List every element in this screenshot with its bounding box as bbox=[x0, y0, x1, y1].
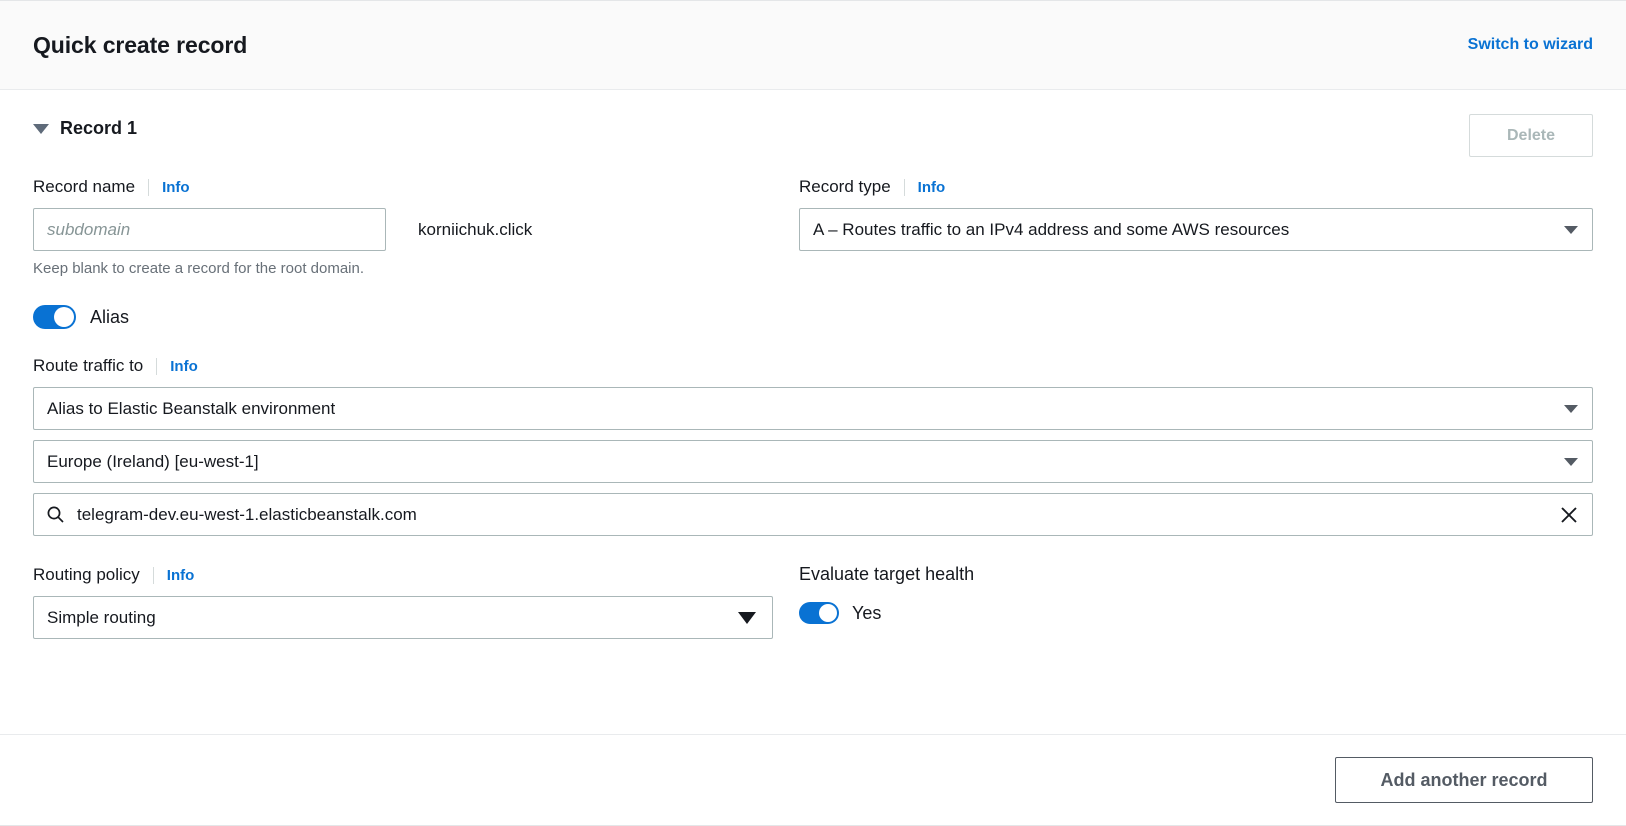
record-name-type-row: Record name Info korniichuk.click Keep b… bbox=[33, 176, 1593, 277]
routing-policy-label: Routing policy bbox=[33, 565, 140, 584]
record-name-group: Record name Info korniichuk.click Keep b… bbox=[33, 176, 799, 277]
evaluate-target-health-group: Evaluate target health Yes bbox=[799, 564, 1593, 639]
record-type-group: Record type Info A – Routes traffic to a… bbox=[799, 176, 1593, 277]
record-name-input[interactable] bbox=[33, 208, 386, 251]
alias-toggle[interactable] bbox=[33, 305, 76, 329]
search-icon bbox=[46, 505, 65, 524]
divider bbox=[148, 178, 150, 196]
toggle-knob bbox=[819, 604, 837, 622]
record-expander[interactable]: Record 1 bbox=[33, 114, 137, 139]
record-type-select[interactable]: A – Routes traffic to an IPv4 address an… bbox=[799, 208, 1593, 251]
divider bbox=[156, 357, 158, 375]
routing-policy-select[interactable]: Simple routing bbox=[33, 596, 773, 639]
switch-to-wizard-link[interactable]: Switch to wizard bbox=[1468, 36, 1593, 54]
route-endpoint-input[interactable] bbox=[77, 504, 1546, 525]
record-type-label: Record type bbox=[799, 177, 891, 196]
record-name-label-row: Record name Info bbox=[33, 176, 799, 198]
chevron-down-icon bbox=[738, 611, 756, 624]
record-name-info-link[interactable]: Info bbox=[162, 179, 190, 196]
route-target-type-select[interactable]: Alias to Elastic Beanstalk environment bbox=[33, 387, 1593, 430]
record-name-help-text: Keep blank to create a record for the ro… bbox=[33, 260, 365, 277]
panel-header: Quick create record Switch to wizard bbox=[0, 1, 1626, 90]
record-header-row: Record 1 Delete bbox=[33, 114, 1593, 162]
chevron-down-icon bbox=[1564, 457, 1578, 466]
panel-body: Record 1 Delete Record name Info korniic… bbox=[0, 90, 1626, 734]
record-title: Record 1 bbox=[60, 118, 138, 138]
page-title: Quick create record bbox=[33, 31, 248, 58]
alias-label: Alias bbox=[90, 306, 130, 327]
evaluate-target-health-label: Evaluate target health bbox=[799, 564, 975, 584]
record-name-label: Record name bbox=[33, 177, 136, 196]
routing-policy-info-link[interactable]: Info bbox=[167, 567, 195, 584]
add-another-record-button[interactable]: Add another record bbox=[1335, 757, 1593, 803]
delete-button[interactable]: Delete bbox=[1469, 114, 1593, 157]
alias-toggle-row[interactable]: Alias bbox=[33, 305, 1593, 329]
routing-policy-group: Routing policy Info Simple routing bbox=[33, 564, 799, 639]
evaluate-target-health-state: Yes bbox=[852, 602, 882, 623]
close-icon[interactable] bbox=[1558, 504, 1580, 526]
route-traffic-info-link[interactable]: Info bbox=[170, 358, 198, 375]
toggle-knob bbox=[54, 307, 74, 327]
route-target-type-value: Alias to Elastic Beanstalk environment bbox=[47, 398, 336, 418]
domain-suffix: korniichuk.click bbox=[418, 219, 533, 239]
record-type-selected-value: A – Routes traffic to an IPv4 address an… bbox=[813, 219, 1290, 239]
route-traffic-to-group: Route traffic to Info Alias to Elastic B… bbox=[33, 355, 1593, 536]
divider bbox=[152, 566, 154, 584]
evaluate-target-health-toggle-row[interactable]: Yes bbox=[799, 602, 1593, 624]
divider bbox=[903, 178, 905, 196]
route-traffic-label-row: Route traffic to Info bbox=[33, 355, 1593, 377]
record-name-input-row: korniichuk.click bbox=[33, 208, 799, 251]
route-endpoint-search-box[interactable] bbox=[33, 493, 1593, 536]
chevron-down-icon bbox=[1564, 225, 1578, 234]
route-region-select[interactable]: Europe (Ireland) [eu-west-1] bbox=[33, 440, 1593, 483]
panel-footer: Add another record bbox=[0, 734, 1626, 825]
routing-health-row: Routing policy Info Simple routing Evalu… bbox=[33, 564, 1593, 639]
chevron-down-icon bbox=[1564, 404, 1578, 413]
chevron-down-icon[interactable] bbox=[33, 123, 49, 134]
record-type-info-link[interactable]: Info bbox=[918, 179, 946, 196]
quick-create-record-panel: Quick create record Switch to wizard Rec… bbox=[0, 0, 1626, 826]
routing-policy-label-row: Routing policy Info bbox=[33, 564, 799, 586]
evaluate-target-health-toggle[interactable] bbox=[799, 602, 839, 624]
route-region-value: Europe (Ireland) [eu-west-1] bbox=[47, 451, 259, 471]
route-traffic-to-label: Route traffic to bbox=[33, 356, 144, 375]
routing-policy-value: Simple routing bbox=[47, 607, 156, 627]
record-type-label-row: Record type Info bbox=[799, 176, 1593, 198]
